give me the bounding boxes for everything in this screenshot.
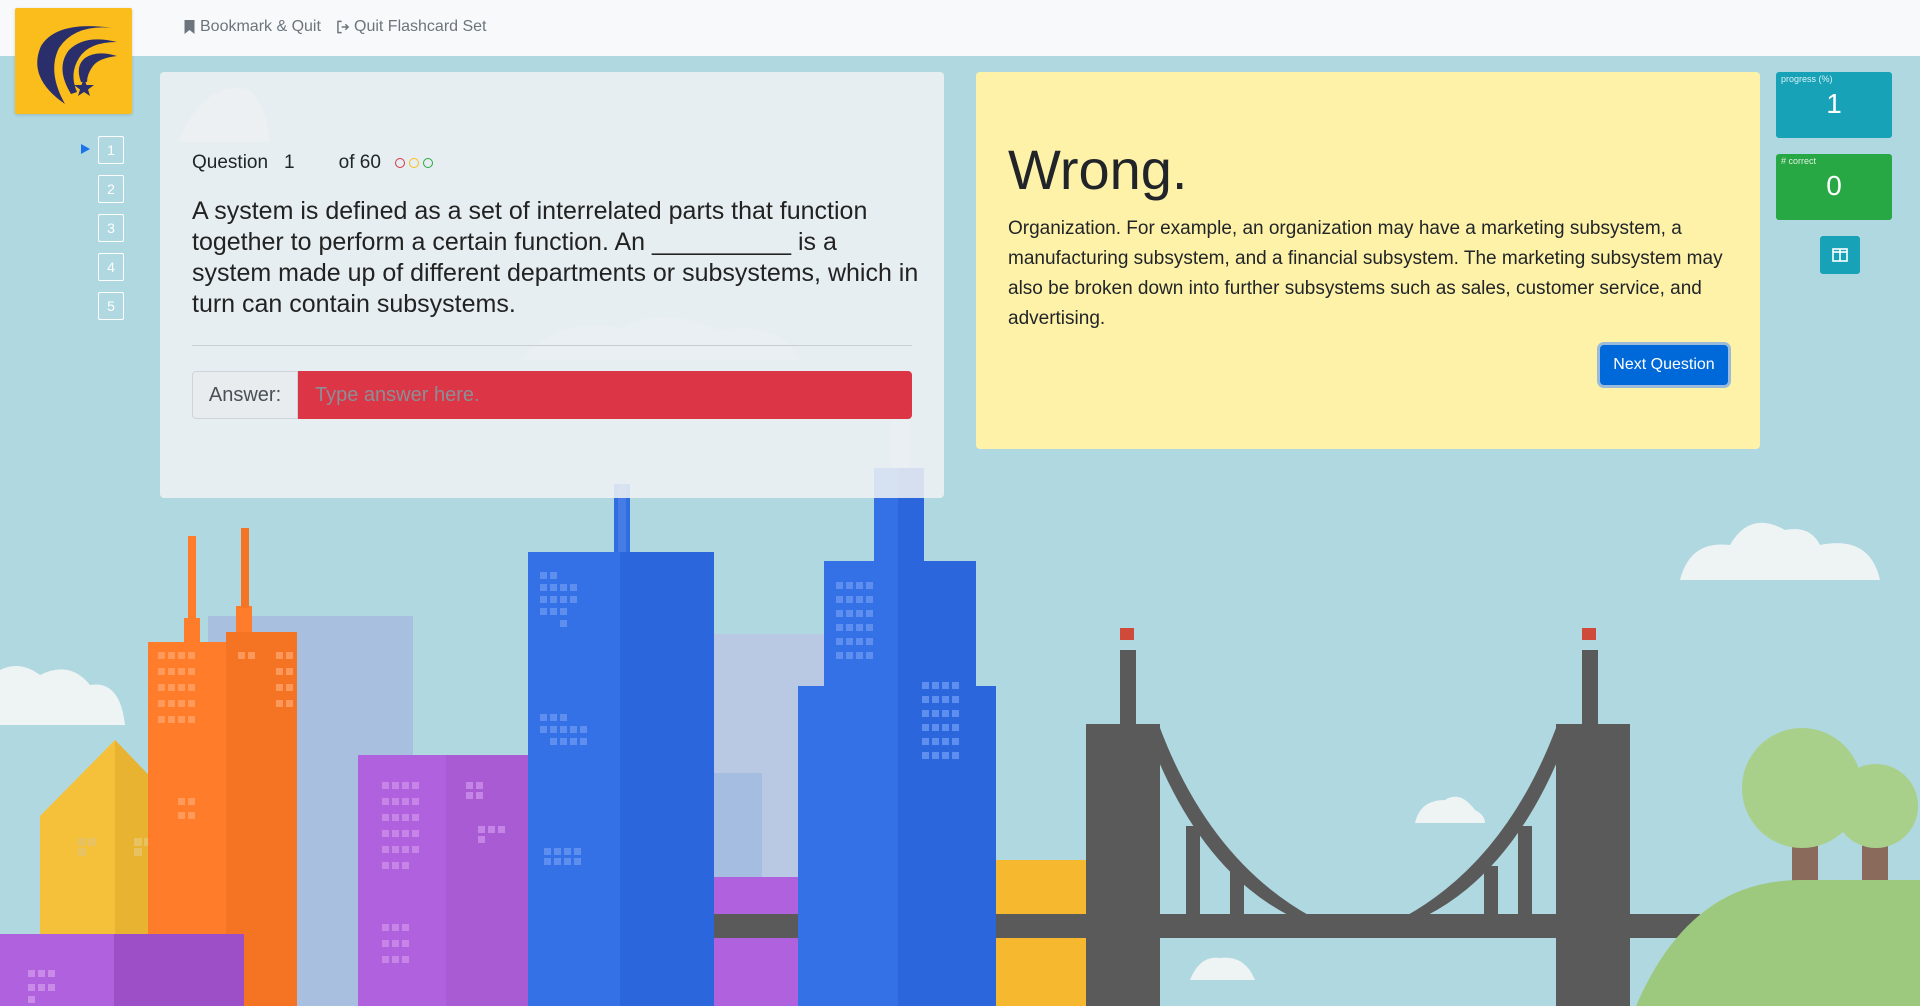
- quit-flashcard-set-label: Quit Flashcard Set: [354, 18, 487, 35]
- pager-item-5[interactable]: 5: [98, 292, 124, 320]
- bookmark-quit-label: Bookmark & Quit: [200, 18, 321, 35]
- divider: [192, 345, 912, 346]
- difficulty-dots: [394, 158, 433, 168]
- correct-label: # correct: [1781, 156, 1817, 166]
- correct-count-stat: # correct 0: [1776, 154, 1892, 220]
- top-navbar: Bookmark & Quit Quit Flashcard Set: [0, 0, 1920, 56]
- question-number: 1: [284, 152, 295, 173]
- bookmark-icon: [184, 20, 195, 34]
- caret-right-icon: [81, 144, 90, 154]
- pager-item-4[interactable]: 4: [98, 253, 124, 281]
- sign-out-icon: [337, 20, 350, 34]
- correct-value: 0: [1826, 170, 1842, 201]
- question-card: Question 1 of 60 A system is defined as …: [160, 72, 944, 498]
- next-question-button[interactable]: Next Question: [1600, 345, 1728, 385]
- question-header: Question 1 of 60: [192, 152, 433, 174]
- bookmark-quit-link[interactable]: Bookmark & Quit: [183, 18, 321, 36]
- logo-mark: [37, 26, 117, 105]
- star-icon: [74, 78, 94, 96]
- cloud: [1680, 522, 1880, 580]
- dot-yellow-icon: [408, 158, 419, 168]
- quit-flashcard-set-link[interactable]: Quit Flashcard Set: [337, 18, 487, 36]
- pager-item-2[interactable]: 2: [98, 175, 124, 203]
- app-logo[interactable]: [15, 8, 132, 114]
- progress-stat: progress (%) 1: [1776, 72, 1892, 138]
- feedback-title: Wrong.: [1008, 138, 1188, 201]
- answer-input[interactable]: [298, 371, 912, 419]
- dot-red-icon: [394, 158, 405, 168]
- question-text: A system is defined as a set of interrel…: [192, 197, 919, 318]
- progress-value: 1: [1826, 88, 1842, 119]
- question-label: Question: [192, 152, 269, 173]
- pager-item-1[interactable]: 1: [98, 136, 124, 164]
- cloud: [1190, 957, 1255, 980]
- dot-green-icon: [422, 158, 433, 168]
- cloud: [0, 666, 125, 725]
- cloud: [1415, 796, 1485, 823]
- feedback-card: Wrong. Organization. For example, an org…: [976, 72, 1760, 449]
- feedback-explanation: Organization. For example, an organizati…: [1008, 218, 1723, 329]
- pager-item-3[interactable]: 3: [98, 214, 124, 242]
- columns-icon: [1832, 248, 1848, 262]
- toggle-layout-button[interactable]: [1820, 236, 1860, 274]
- answer-input-group: Answer:: [192, 371, 912, 419]
- answer-label: Answer:: [192, 371, 298, 419]
- progress-label: progress (%): [1781, 74, 1833, 84]
- question-total: of 60: [338, 152, 381, 173]
